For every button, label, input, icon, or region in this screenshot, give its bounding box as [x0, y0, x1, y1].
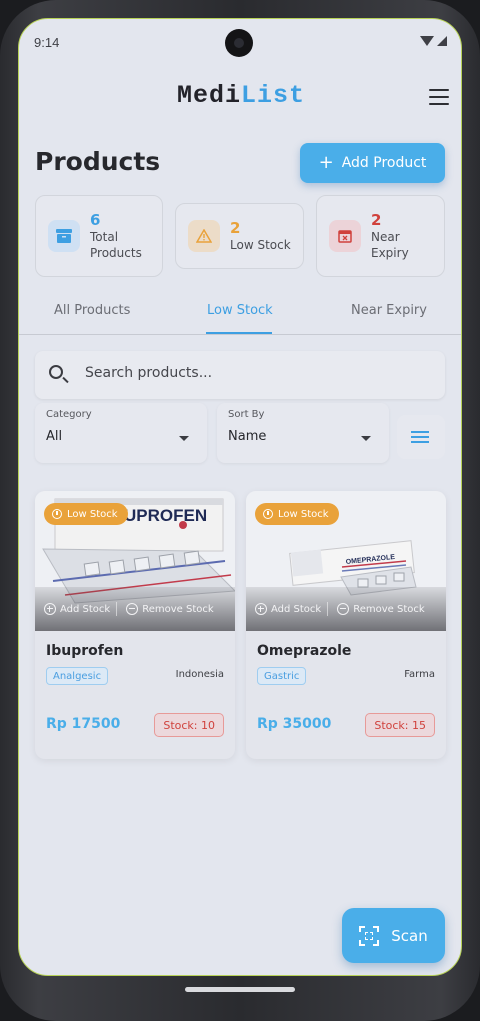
stock-actions: Add Stock Remove Stock [246, 599, 446, 619]
stat-value: 2 [230, 219, 241, 237]
plus-circle-icon [255, 603, 267, 615]
add-stock-button[interactable]: Add Stock [246, 603, 321, 615]
app-screen: 9:14 MediList Products + Add Product 6 T… [18, 18, 462, 976]
logo-part2: List [241, 81, 306, 110]
logo-part1: Medi [176, 81, 241, 110]
signal-icon [437, 36, 447, 46]
tab-bar: All Products Low Stock Near Expiry [19, 295, 461, 335]
list-view-toggle-icon[interactable] [397, 415, 445, 459]
tab-all-products[interactable]: All Products [54, 303, 130, 318]
alert-circle-icon [52, 509, 62, 519]
status-icons [420, 36, 447, 46]
add-product-label: Add Product [341, 155, 427, 171]
category-chip: Gastric [257, 667, 307, 685]
remove-stock-label: Remove Stock [142, 603, 214, 615]
category-chip: Analgesic [46, 667, 109, 685]
barcode-scan-icon [359, 925, 380, 946]
add-stock-label: Add Stock [60, 603, 111, 615]
scan-label: Scan [391, 926, 428, 945]
search-input[interactable] [85, 365, 415, 381]
tab-near-expiry[interactable]: Near Expiry [351, 303, 427, 318]
sort-select[interactable]: Sort By Name [217, 403, 389, 463]
archive-box-icon [48, 220, 80, 252]
wifi-icon [420, 36, 434, 46]
minus-circle-icon [337, 603, 350, 615]
search-bar [35, 351, 445, 399]
stat-value: 6 [90, 211, 101, 229]
app-header: MediList [19, 79, 461, 119]
add-stock-button[interactable]: Add Stock [35, 603, 110, 615]
category-select[interactable]: Category All [35, 403, 207, 463]
product-card[interactable]: OMEPRAZOLE Low Stock Add Stock Remove St… [246, 491, 446, 759]
tab-low-stock[interactable]: Low Stock [207, 303, 273, 318]
category-value: All [46, 429, 63, 444]
app-logo: MediList [19, 81, 461, 110]
low-stock-badge: Low Stock [255, 503, 339, 525]
front-camera [225, 29, 253, 57]
low-stock-badge: Low Stock [44, 503, 128, 525]
hamburger-menu-icon[interactable] [429, 89, 449, 105]
page-title: Products [35, 147, 161, 176]
product-origin: Farma [404, 669, 435, 680]
product-name: Omeprazole [257, 643, 352, 659]
category-label: Category [46, 409, 92, 420]
status-bar: 9:14 [19, 19, 461, 69]
chevron-down-icon [361, 436, 371, 441]
stat-near-expiry: 2 Near Expiry [316, 195, 445, 277]
warning-icon [188, 220, 220, 252]
active-tab-indicator [206, 332, 272, 334]
alert-circle-icon [263, 509, 273, 519]
stat-label: Total Products [90, 230, 142, 260]
home-indicator[interactable] [185, 987, 295, 992]
product-origin: Indonesia [175, 669, 224, 680]
remove-stock-button[interactable]: Remove Stock [328, 603, 425, 615]
search-icon [49, 365, 63, 379]
sort-value: Name [228, 429, 267, 444]
minus-circle-icon [126, 603, 139, 615]
sort-label: Sort By [228, 409, 265, 420]
remove-stock-button[interactable]: Remove Stock [117, 603, 214, 615]
stat-value: 2 [371, 211, 382, 229]
product-price: Rp 35000 [257, 716, 332, 732]
plus-icon: + [318, 152, 334, 173]
chevron-down-icon [179, 436, 189, 441]
remove-stock-label: Remove Stock [353, 603, 425, 615]
scan-button[interactable]: Scan [342, 908, 445, 963]
stock-actions: Add Stock Remove Stock [35, 599, 235, 619]
add-stock-label: Add Stock [271, 603, 322, 615]
stat-label: Near Expiry [371, 230, 409, 260]
add-product-button[interactable]: + Add Product [300, 143, 445, 183]
stat-low-stock: 2 Low Stock [175, 203, 304, 269]
calendar-x-icon [329, 220, 361, 252]
stat-label: Low Stock [230, 238, 291, 252]
product-card[interactable]: IBUPROFEN Low Stock Add Stock Remove Sto… [35, 491, 235, 759]
product-price: Rp 17500 [46, 716, 121, 732]
badge-label: Low Stock [278, 508, 329, 520]
stat-total-products: 6 Total Products [35, 195, 163, 277]
badge-label: Low Stock [67, 508, 118, 520]
stock-badge: Stock: 15 [365, 713, 435, 737]
status-time: 9:14 [34, 35, 60, 50]
plus-circle-icon [44, 603, 56, 615]
stock-badge: Stock: 10 [154, 713, 224, 737]
product-name: Ibuprofen [46, 643, 124, 659]
